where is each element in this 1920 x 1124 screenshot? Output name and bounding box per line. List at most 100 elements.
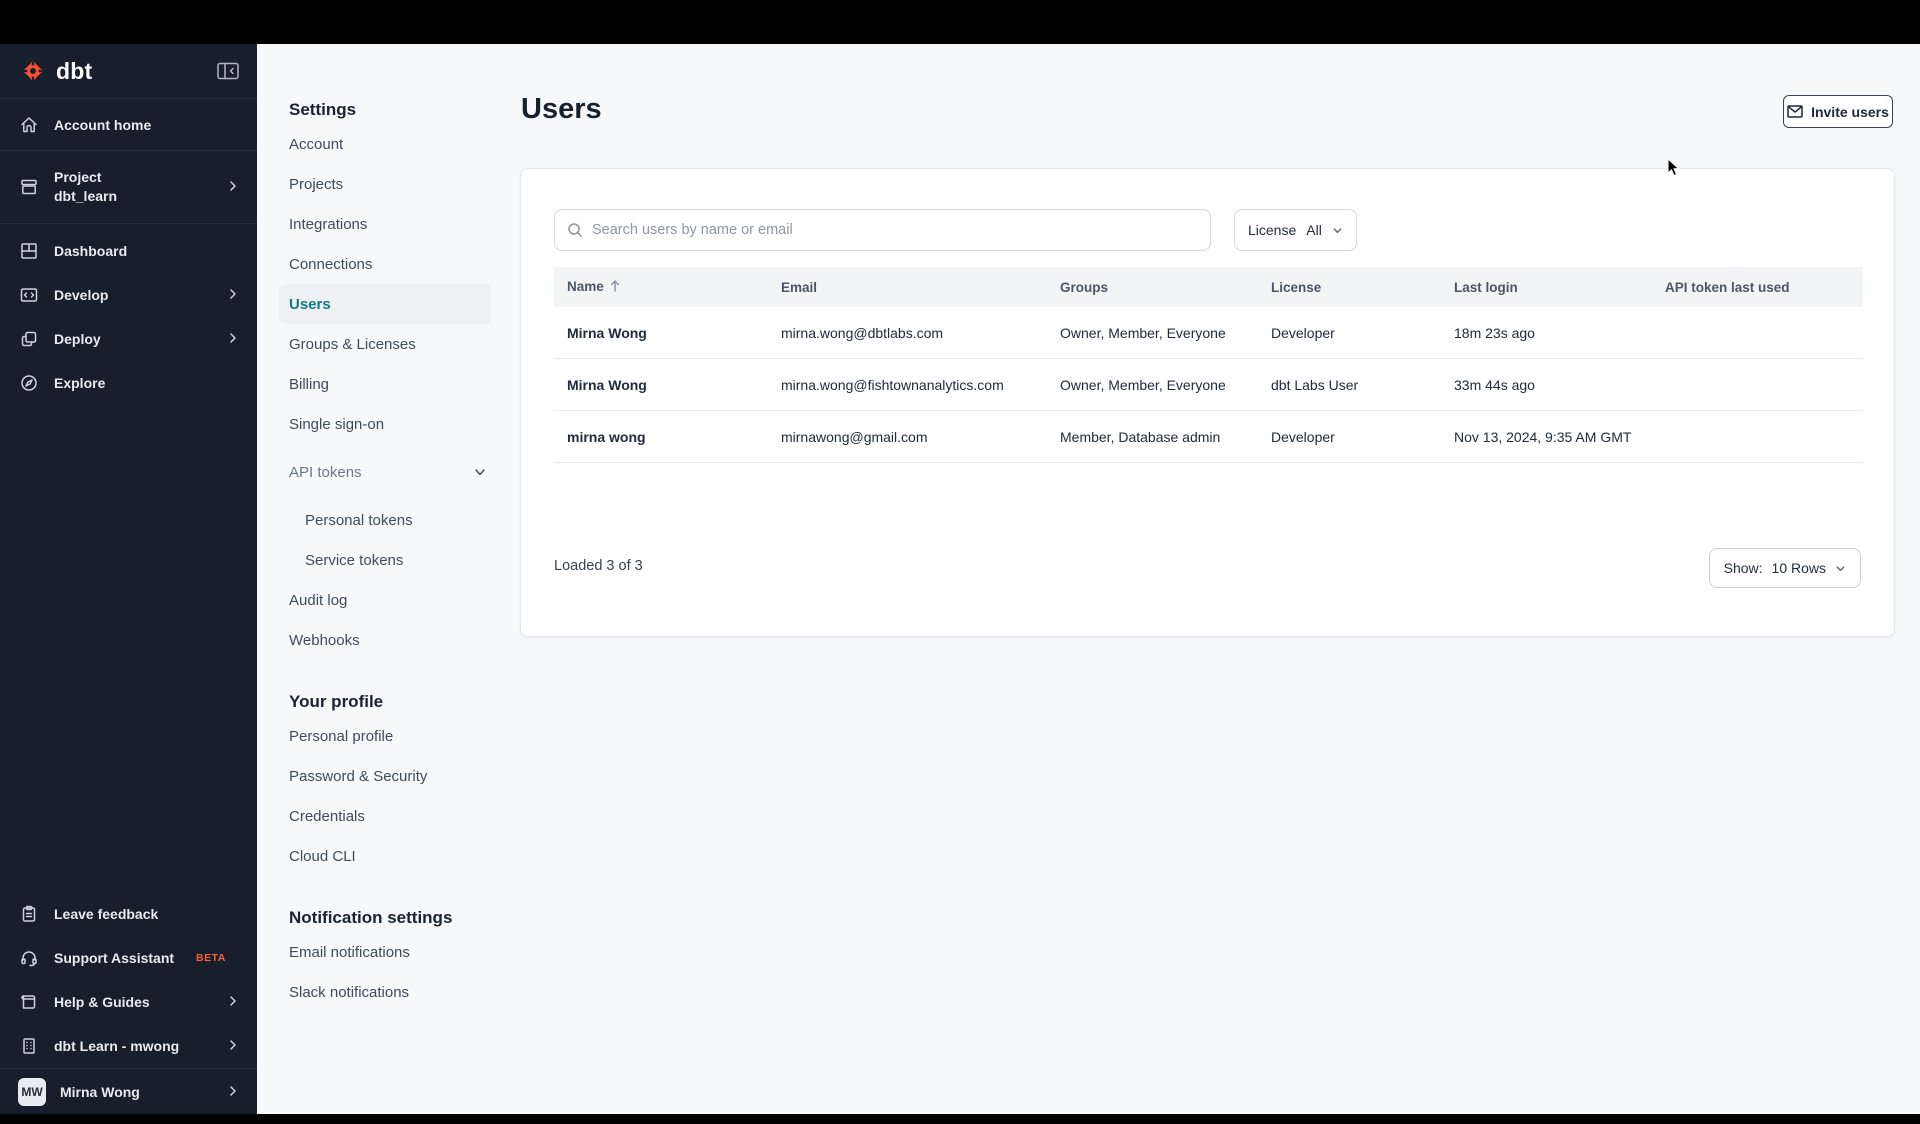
dbt-logo-icon (21, 59, 45, 83)
settings-item-api-tokens[interactable]: API tokens (289, 452, 501, 492)
settings-item-cloud-cli[interactable]: Cloud CLI (289, 836, 501, 876)
sidebar-item-sublabel: dbt_learn (54, 187, 118, 204)
column-header-email[interactable]: Email (768, 280, 1047, 295)
show-label: Show: (1723, 560, 1763, 576)
mouse-cursor (1667, 158, 1680, 177)
profile-heading: Your profile (289, 692, 384, 711)
search-box[interactable] (554, 209, 1211, 251)
chevron-right-icon (227, 994, 239, 1010)
invite-users-button[interactable]: Invite users (1783, 95, 1893, 128)
settings-item-users[interactable]: Users (279, 284, 491, 324)
settings-item-single-sign-on[interactable]: Single sign-on (289, 404, 501, 444)
caret-down-icon (1836, 565, 1845, 571)
deploy-icon (18, 328, 40, 350)
user-menu[interactable]: MW Mirna Wong (0, 1068, 257, 1114)
chevron-right-icon (227, 287, 239, 303)
sidebar-item-help-guides[interactable]: Help & Guides (0, 980, 257, 1024)
cell-name: Mirna Wong (567, 324, 647, 341)
column-header-groups[interactable]: Groups (1047, 280, 1258, 295)
cell-name: mirna wong (567, 428, 646, 445)
cell-name: Mirna Wong (567, 376, 647, 393)
license-filter-label: License (1248, 222, 1297, 238)
column-header-last-login[interactable]: Last login (1441, 280, 1652, 295)
clipboard-icon (18, 903, 40, 925)
sort-ascending-icon[interactable] (610, 280, 620, 295)
license-filter-value: All (1306, 222, 1322, 238)
page-title: Users (521, 93, 602, 125)
sidebar: dbt Account home Project dbt_learn Dashb… (0, 44, 257, 1114)
headset-icon (18, 947, 40, 969)
sidebar-item-label: Account home (54, 116, 152, 133)
project-icon (18, 176, 40, 198)
settings-item-groups-licenses[interactable]: Groups & Licenses (289, 324, 501, 364)
dbt-logo[interactable]: dbt (18, 56, 92, 86)
settings-item-slack-notifications[interactable]: Slack notifications (289, 972, 501, 1012)
settings-item-account[interactable]: Account (289, 124, 501, 164)
sidebar-item-support-assistant[interactable]: Support Assistant BETA (0, 936, 257, 980)
chevron-right-icon (227, 1084, 239, 1100)
table-row[interactable]: Mirna Wong mirna.wong@dbtlabs.com Owner,… (554, 307, 1863, 359)
cell-groups: Owner, Member, Everyone (1060, 324, 1226, 341)
settings-item-credentials[interactable]: Credentials (289, 796, 501, 836)
sidebar-item-label: Deploy (54, 331, 101, 347)
sidebar-item-develop[interactable]: Develop (0, 273, 257, 317)
cell-email: mirnawong@gmail.com (781, 428, 928, 445)
settings-item-service-tokens[interactable]: Service tokens (289, 540, 501, 580)
settings-item-personal-tokens[interactable]: Personal tokens (289, 500, 501, 540)
cell-license: dbt Labs User (1271, 376, 1359, 393)
sidebar-item-label: Develop (54, 287, 109, 303)
license-filter-button[interactable]: License All (1234, 209, 1357, 251)
cell-groups: Owner, Member, Everyone (1060, 376, 1226, 393)
table-row[interactable]: Mirna Wong mirna.wong@fishtownanalytics.… (554, 359, 1863, 411)
cell-last-login: 33m 44s ago (1454, 376, 1535, 393)
sidebar-item-project[interactable]: Project dbt_learn (0, 151, 257, 224)
loaded-status: Loaded 3 of 3 (554, 558, 643, 574)
show-rows-button[interactable]: Show: 10 Rows (1708, 548, 1861, 588)
table-header-row: Name Email Groups License Last login API… (554, 267, 1863, 307)
sidebar-item-dbt-learn[interactable]: dbt Learn - mwong (0, 1024, 257, 1068)
chevron-right-icon (227, 331, 239, 347)
sidebar-item-leave-feedback[interactable]: Leave feedback (0, 892, 257, 936)
cell-email: mirna.wong@dbtlabs.com (781, 324, 944, 341)
settings-item-audit-log[interactable]: Audit log (289, 580, 501, 620)
caret-down-icon (1333, 227, 1342, 233)
mail-icon (1787, 105, 1803, 118)
sidebar-item-label: Leave feedback (54, 906, 159, 922)
cell-email: mirna.wong@fishtownanalytics.com (781, 376, 1004, 393)
column-header-name[interactable]: Name (554, 279, 768, 295)
chevron-right-icon (227, 1038, 239, 1054)
collapse-sidebar-icon[interactable] (217, 62, 239, 80)
sidebar-item-label: Help & Guides (54, 994, 150, 1010)
sidebar-item-account-home[interactable]: Account home (0, 99, 257, 151)
settings-item-connections[interactable]: Connections (289, 244, 501, 284)
search-input[interactable] (592, 222, 1198, 238)
cell-last-login: 18m 23s ago (1454, 324, 1535, 341)
sidebar-item-deploy[interactable]: Deploy (0, 317, 257, 361)
cell-license: Developer (1271, 324, 1335, 341)
table-row[interactable]: mirna wong mirnawong@gmail.com Member, D… (554, 411, 1863, 463)
building-icon (18, 1035, 40, 1057)
user-name: Mirna Wong (60, 1083, 140, 1100)
column-header-license[interactable]: License (1258, 280, 1441, 295)
chevron-down-icon (475, 469, 485, 476)
sidebar-item-dashboard[interactable]: Dashboard (0, 229, 257, 273)
sidebar-item-label: Dashboard (54, 243, 128, 259)
column-header-api-token[interactable]: API token last used (1652, 280, 1863, 295)
users-table: Name Email Groups License Last login API… (554, 267, 1863, 463)
sidebar-item-explore[interactable]: Explore (0, 361, 257, 405)
cell-license: Developer (1271, 428, 1335, 445)
settings-item-password-security[interactable]: Password & Security (289, 756, 501, 796)
settings-nav: Settings Account Projects Integrations C… (279, 96, 501, 1012)
settings-item-email-notifications[interactable]: Email notifications (289, 932, 501, 972)
settings-item-integrations[interactable]: Integrations (289, 204, 501, 244)
settings-item-billing[interactable]: Billing (289, 364, 501, 404)
users-card: License All Name Email Groups License La… (520, 168, 1895, 637)
search-icon (568, 223, 582, 237)
bottom-bar (0, 1114, 1920, 1124)
dashboard-icon (18, 240, 40, 262)
sidebar-nav: Account home Project dbt_learn Dashboard (0, 99, 257, 405)
settings-item-projects[interactable]: Projects (289, 164, 501, 204)
settings-item-webhooks[interactable]: Webhooks (289, 620, 501, 660)
settings-item-personal-profile[interactable]: Personal profile (289, 716, 501, 756)
sidebar-item-label: Project (54, 169, 102, 186)
